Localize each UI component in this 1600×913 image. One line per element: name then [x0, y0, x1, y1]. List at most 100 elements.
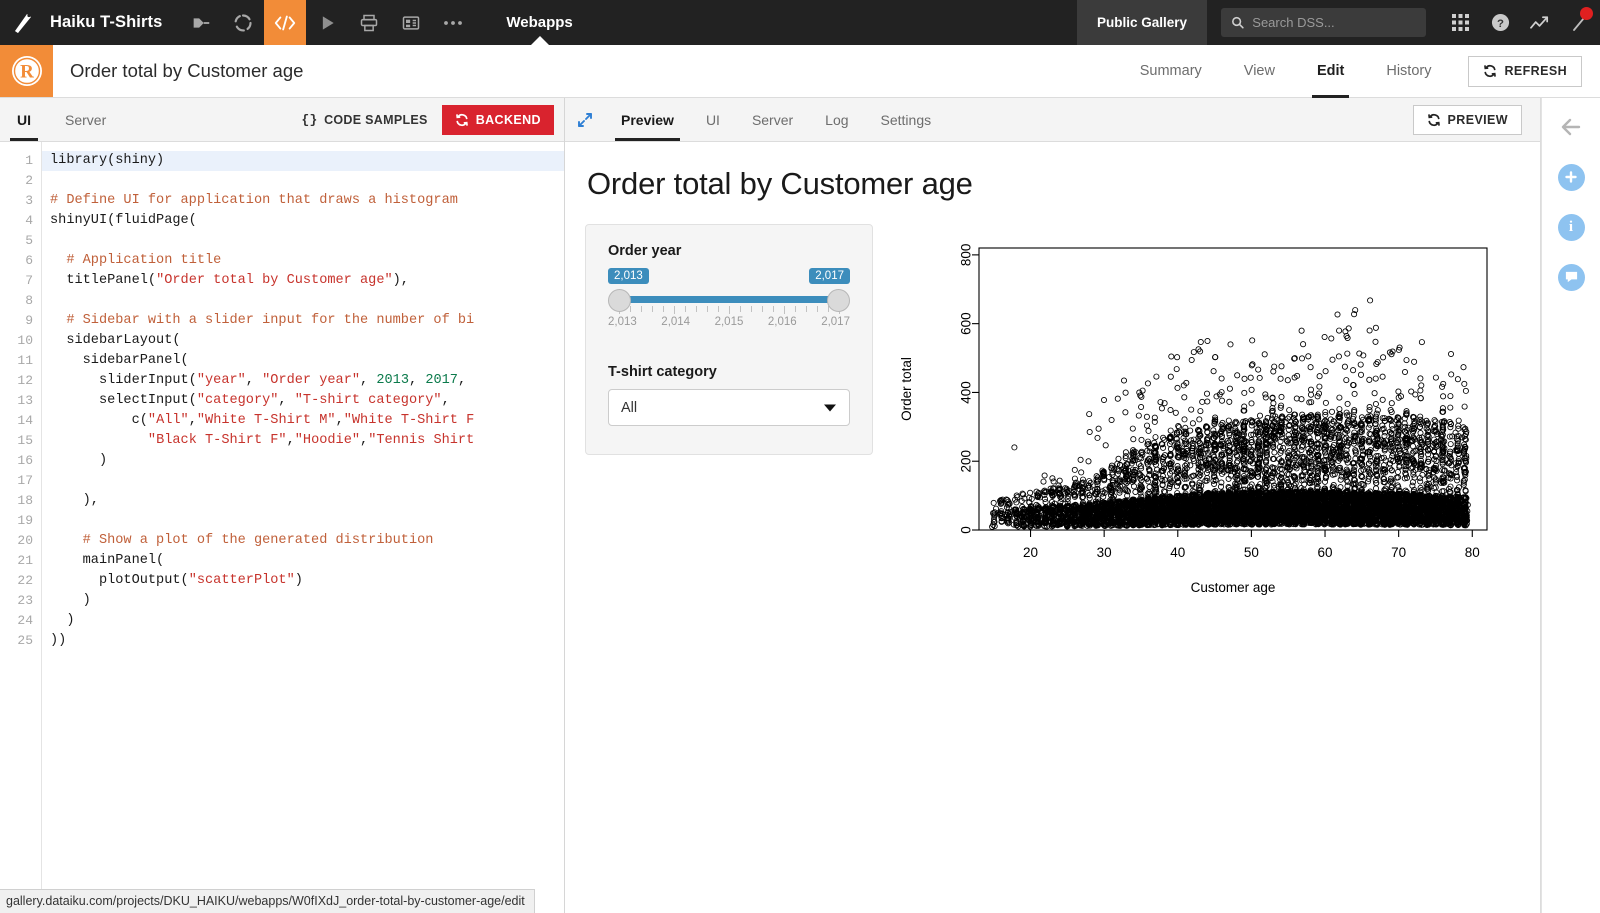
code-line[interactable]: # Sidebar with a slider input for the nu… [42, 311, 564, 331]
more-icon[interactable] [432, 0, 474, 45]
slider-scale-1: 2,014 [661, 316, 690, 328]
line-number: 24 [0, 611, 33, 631]
year-range-slider[interactable]: 2,013 2,017 2,013 2,014 2,015 2,016 2,01 [608, 268, 850, 344]
dataiku-logo-icon[interactable] [0, 0, 48, 45]
section-label: Webapps [500, 0, 578, 45]
code-line[interactable]: plotOutput("scatterPlot") [42, 571, 564, 591]
jobs-icon[interactable] [348, 0, 390, 45]
editor-tabbar-spacer [123, 98, 288, 141]
code-content[interactable]: library(shiny) # Define UI for applicati… [42, 142, 564, 913]
preview-tab-settings[interactable]: Settings [865, 98, 948, 141]
flow-icon[interactable] [180, 0, 222, 45]
code-line[interactable]: titlePanel("Order total by Customer age"… [42, 271, 564, 291]
slider-scale-0: 2,013 [608, 316, 637, 328]
code-line[interactable]: ) [42, 591, 564, 611]
main-body: UI Server {} CODE SAMPLES BACKEND 123456… [0, 98, 1600, 913]
tab-history[interactable]: History [1365, 45, 1452, 97]
code-line[interactable]: c("All","White T-Shirt M","White T-Shirt… [42, 411, 564, 431]
preview-tab-preview[interactable]: Preview [605, 98, 690, 141]
run-scenario-icon[interactable] [306, 0, 348, 45]
main-panel: 020040060080020304050607080Customer ageO… [873, 224, 1520, 630]
code-line[interactable]: mainPanel( [42, 551, 564, 571]
line-number: 13 [0, 391, 33, 411]
svg-text:{}: {} [302, 113, 317, 127]
slider-handle-min[interactable] [608, 289, 631, 312]
backend-button[interactable]: BACKEND [442, 105, 554, 135]
line-number: 23 [0, 591, 33, 611]
expand-icon[interactable] [565, 98, 605, 141]
category-select[interactable]: All [608, 389, 850, 426]
code-line[interactable]: ) [42, 451, 564, 471]
code-line[interactable] [42, 171, 564, 191]
tab-view[interactable]: View [1223, 45, 1296, 97]
code-line[interactable]: library(shiny) [42, 151, 564, 171]
line-number: 2 [0, 171, 33, 191]
add-icon[interactable] [1556, 162, 1586, 192]
preview-tab-ui[interactable]: UI [690, 98, 736, 141]
discussions-icon[interactable] [1556, 262, 1586, 292]
line-number: 14 [0, 411, 33, 431]
code-line[interactable]: ), [42, 491, 564, 511]
line-number: 6 [0, 251, 33, 271]
public-gallery-button[interactable]: Public Gallery [1077, 0, 1207, 45]
code-line[interactable]: # Show a plot of the generated distribut… [42, 531, 564, 551]
code-samples-button[interactable]: {} CODE SAMPLES [288, 98, 442, 141]
info-icon[interactable]: i [1556, 212, 1586, 242]
preview-tab-server[interactable]: Server [736, 98, 809, 141]
slider-max-tooltip: 2,017 [809, 268, 850, 284]
slider-selected-range [619, 296, 839, 303]
apps-grid-icon[interactable] [1440, 0, 1480, 45]
code-line[interactable] [42, 291, 564, 311]
help-icon[interactable]: ? [1480, 0, 1520, 45]
tab-edit[interactable]: Edit [1296, 45, 1365, 97]
refresh-icon [1483, 64, 1497, 78]
code-line[interactable]: # Define UI for application that draws a… [42, 191, 564, 211]
code-icon[interactable] [264, 0, 306, 45]
scatter-plot: 020040060080020304050607080Customer ageO… [887, 230, 1507, 630]
editor-vertical-scrollbar[interactable] [556, 142, 564, 913]
code-line[interactable] [42, 511, 564, 531]
code-line[interactable]: shinyUI(fluidPage( [42, 211, 564, 231]
svg-text:R: R [20, 62, 34, 83]
search-input[interactable] [1252, 15, 1416, 30]
code-line[interactable]: ) [42, 611, 564, 631]
code-line[interactable] [42, 471, 564, 491]
preview-refresh-button[interactable]: PREVIEW [1413, 105, 1522, 135]
code-line[interactable]: # Application title [42, 251, 564, 271]
line-number: 11 [0, 351, 33, 371]
line-number: 10 [0, 331, 33, 351]
notification-badge [1580, 7, 1593, 20]
collapse-arrow-icon[interactable] [1556, 112, 1586, 142]
line-number-gutter: 1234567891011121314151617181920212223242… [0, 142, 42, 913]
code-line[interactable]: sidebarLayout( [42, 331, 564, 351]
preview-pane: Preview UI Server Log Settings PREVIEW O… [565, 98, 1541, 913]
code-line[interactable]: )) [42, 631, 564, 651]
tab-summary[interactable]: Summary [1119, 45, 1223, 97]
sidebar-panel: Order year 2,013 2,017 2,013 2,014 2,015 [585, 224, 873, 455]
dashboards-icon[interactable] [390, 0, 432, 45]
search-box[interactable] [1221, 8, 1426, 37]
code-line[interactable]: "Black T-Shirt F","Hoodie","Tennis Shirt [42, 431, 564, 451]
refresh-button[interactable]: REFRESH [1468, 56, 1582, 87]
notifications-icon[interactable] [1560, 0, 1600, 45]
code-line[interactable]: selectInput("category", "T-shirt categor… [42, 391, 564, 411]
line-number: 22 [0, 571, 33, 591]
project-name[interactable]: Haiku T-Shirts [48, 13, 180, 32]
line-number: 8 [0, 291, 33, 311]
activity-icon[interactable] [1520, 0, 1560, 45]
editor-tab-server[interactable]: Server [48, 98, 123, 141]
preview-tab-log[interactable]: Log [809, 98, 864, 141]
line-number: 19 [0, 511, 33, 531]
editor-tab-ui[interactable]: UI [0, 98, 48, 141]
code-line[interactable]: sliderInput("year", "Order year", 2013, … [42, 371, 564, 391]
slider-handle-max[interactable] [827, 289, 850, 312]
line-number: 4 [0, 211, 33, 231]
page-header: R Order total by Customer age Summary Vi… [0, 45, 1600, 98]
page-title: Order total by Customer age [53, 45, 303, 97]
lab-icon[interactable] [222, 0, 264, 45]
code-line[interactable] [42, 231, 564, 251]
slider-scale-4: 2,017 [821, 316, 850, 328]
code-area[interactable]: 1234567891011121314151617181920212223242… [0, 142, 564, 913]
code-line[interactable]: sidebarPanel( [42, 351, 564, 371]
line-number: 9 [0, 311, 33, 331]
